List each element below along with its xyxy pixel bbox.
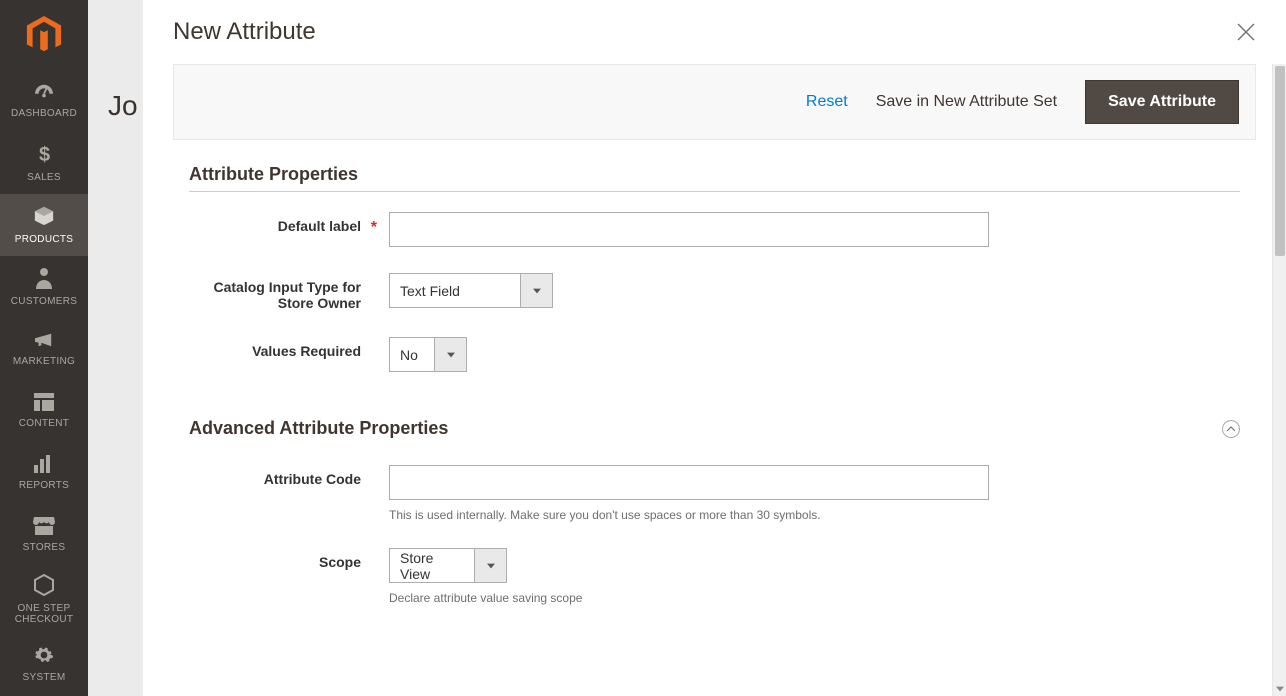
sidebar-item-products[interactable]: PRODUCTS	[0, 194, 88, 256]
input-type-select[interactable]: Text Field	[389, 273, 553, 308]
storefront-icon	[33, 517, 55, 538]
bar-chart-icon	[34, 455, 54, 476]
modal-header: New Attribute	[143, 0, 1286, 64]
sidebar-item-label: SYSTEM	[23, 672, 66, 683]
sidebar-item-label: CUSTOMERS	[11, 296, 77, 307]
advanced-attribute-properties-section: Advanced Attribute Properties Attribute …	[173, 418, 1256, 605]
scrollbar-down-arrow[interactable]	[1273, 682, 1286, 696]
field-scope: Scope Store View Declare attribute value…	[189, 548, 1240, 605]
person-icon	[36, 267, 52, 292]
sidebar-item-marketing[interactable]: MARKETING	[0, 318, 88, 380]
sidebar-item-label: PRODUCTS	[15, 234, 74, 245]
sidebar-item-reports[interactable]: REPORTS	[0, 442, 88, 504]
field-label: Values Required	[189, 337, 389, 359]
sidebar-item-label: DASHBOARD	[11, 108, 77, 119]
modal-action-bar: Reset Save in New Attribute Set Save Att…	[173, 64, 1256, 140]
megaphone-icon	[33, 331, 55, 352]
sidebar-item-sales[interactable]: $ SALES	[0, 132, 88, 194]
admin-sidebar: DASHBOARD $ SALES PRODUCTS CUSTOMERS MAR…	[0, 0, 88, 696]
section-title: Attribute Properties	[189, 164, 358, 185]
close-icon[interactable]	[1236, 22, 1256, 42]
field-input-type: Catalog Input Type for Store Owner Text …	[189, 273, 1240, 311]
sidebar-item-label: ONE STEP CHECKOUT	[0, 603, 88, 625]
helper-text: This is used internally. Make sure you d…	[389, 508, 1240, 522]
sidebar-item-label: REPORTS	[19, 480, 69, 491]
field-label: Attribute Code	[189, 465, 389, 487]
field-label: Default label	[189, 212, 389, 234]
field-values-required: Values Required No	[189, 337, 1240, 372]
values-required-select[interactable]: No	[389, 337, 467, 372]
layout-icon	[34, 393, 54, 414]
cube-icon	[33, 205, 55, 230]
sidebar-item-content[interactable]: CONTENT	[0, 380, 88, 442]
sidebar-item-label: SALES	[27, 172, 61, 183]
sidebar-item-label: STORES	[23, 542, 66, 553]
chevron-up-icon	[1226, 424, 1236, 434]
save-attribute-button[interactable]: Save Attribute	[1085, 80, 1239, 124]
default-label-input[interactable]	[389, 212, 989, 247]
magento-logo[interactable]	[0, 0, 88, 70]
modal-body: Reset Save in New Attribute Set Save Att…	[173, 64, 1256, 696]
sidebar-item-label: CONTENT	[19, 418, 69, 429]
dollar-icon: $	[37, 143, 51, 168]
modal-title: New Attribute	[173, 18, 316, 46]
collapse-toggle[interactable]	[1222, 420, 1240, 438]
helper-text: Declare attribute value saving scope	[389, 591, 1240, 605]
field-label: Scope	[189, 548, 389, 570]
field-attribute-code: Attribute Code This is used internally. …	[189, 465, 1240, 522]
field-label: Catalog Input Type for Store Owner	[189, 273, 389, 311]
sidebar-item-stores[interactable]: STORES	[0, 504, 88, 566]
section-title: Advanced Attribute Properties	[189, 418, 448, 439]
attribute-code-input[interactable]	[389, 465, 989, 500]
sidebar-item-label: MARKETING	[13, 356, 75, 367]
scrollbar-thumb[interactable]	[1275, 66, 1285, 256]
sidebar-item-onestepcheckout[interactable]: ONE STEP CHECKOUT	[0, 566, 88, 633]
sidebar-item-system[interactable]: SYSTEM	[0, 633, 88, 695]
sidebar-item-dashboard[interactable]: DASHBOARD	[0, 70, 88, 132]
chevron-down-icon	[474, 549, 506, 582]
gear-icon	[34, 645, 54, 668]
magento-logo-icon	[26, 16, 62, 54]
sidebar-item-customers[interactable]: CUSTOMERS	[0, 256, 88, 318]
select-value: Store View	[390, 549, 474, 582]
scrollbar[interactable]	[1272, 64, 1286, 696]
chevron-down-icon	[434, 338, 466, 371]
reset-button[interactable]: Reset	[806, 93, 848, 111]
svg-text:$: $	[39, 144, 50, 165]
dashboard-icon	[33, 83, 55, 104]
scope-select[interactable]: Store View	[389, 548, 507, 583]
select-value: No	[390, 338, 434, 371]
save-in-new-set-button[interactable]: Save in New Attribute Set	[876, 93, 1057, 111]
select-value: Text Field	[390, 274, 520, 307]
hexagon-icon	[34, 574, 54, 599]
attribute-properties-section: Attribute Properties Default label Catal…	[173, 164, 1256, 372]
chevron-down-icon	[520, 274, 552, 307]
new-attribute-modal: New Attribute Reset Save in New Attribut…	[143, 0, 1286, 696]
field-default-label: Default label	[189, 212, 1240, 247]
